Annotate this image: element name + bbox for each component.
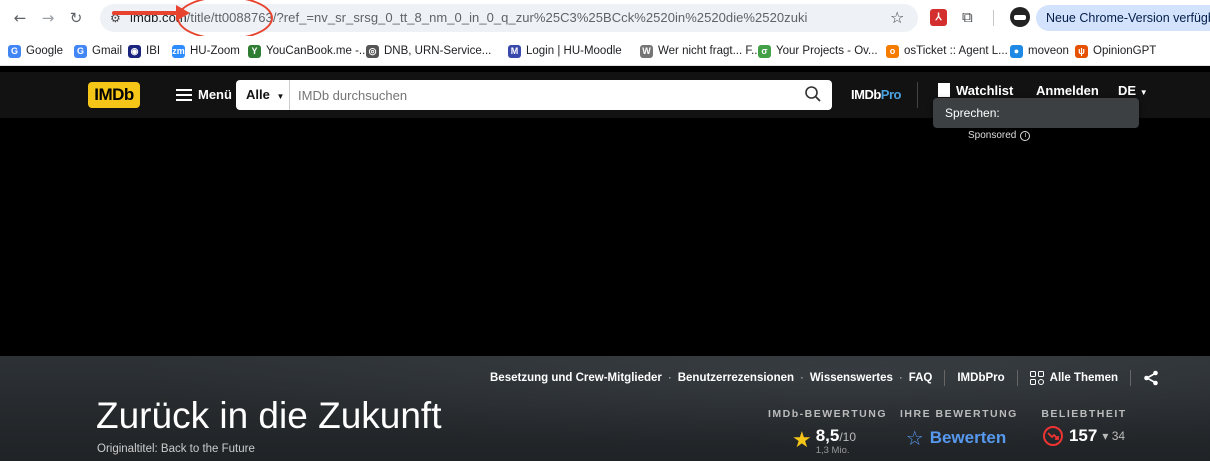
bookmark-item[interactable]: M Login | HU-Moodle [508, 44, 622, 58]
bookmark-label: Wer nicht fragt... F... [658, 45, 761, 57]
reload-icon[interactable]: ↻ [66, 8, 86, 28]
bookmark-star-icon[interactable]: ☆ [890, 8, 904, 28]
bookmark-label: Google [26, 45, 64, 57]
imdb-score: 8,5 [815, 426, 840, 445]
menu-label: Menü [198, 87, 232, 102]
bookmark-item[interactable]: o osTicket :: Agent L... [886, 44, 1008, 58]
bookmark-favicon-icon: zm [172, 44, 185, 58]
bookmark-item[interactable]: ψ OpinionGPT [1075, 44, 1156, 58]
signin-link[interactable]: Anmelden [1036, 83, 1099, 98]
bookmark-favicon-icon: ◉ [128, 44, 141, 58]
bookmark-favicon-icon: ψ [1075, 44, 1088, 58]
bookmark-item[interactable]: σ Your Projects - Ov... [758, 44, 878, 58]
search-icon[interactable] [804, 85, 822, 103]
imdb-logo[interactable]: IMDb [88, 82, 140, 108]
bookmark-item[interactable]: ◎ DNB, URN-Service... [366, 44, 491, 58]
outline-star-icon: ☆ [905, 426, 924, 450]
all-topics-button[interactable]: Alle Themen [1029, 371, 1118, 385]
bookmarks-bar: G Google G Gmail ◉ IBI zm HU-Zoom Y YouCanBook.me… [0, 36, 1210, 66]
title-subnav: Besetzung und Crew-Mitglieder · Benutzer… [490, 370, 1159, 386]
user-rating-label: IHRE BEWERTUNG [900, 408, 1018, 420]
rate-button[interactable]: ☆ Bewerten [906, 426, 1006, 450]
bookmark-favicon-icon: ◎ [366, 44, 379, 58]
bookmark-label: DNB, URN-Service... [384, 45, 492, 57]
user-rating[interactable]: IHRE BEWERTUNG ☆ Bewerten [900, 408, 1018, 450]
bookmark-item[interactable]: G Google [8, 44, 63, 58]
bookmark-label: Login | HU-Moodle [526, 45, 622, 57]
bookmark-label: IBI [146, 45, 161, 57]
popularity[interactable]: BELIEBTHEIT 157 ▾ 34 [1038, 408, 1130, 446]
bookmark-item[interactable]: ◉ IBI [128, 44, 160, 58]
imdb-rating-label: IMDb-BEWERTUNG [768, 408, 887, 420]
bookmark-favicon-icon: G [74, 44, 87, 58]
annotation-arrow [112, 11, 182, 15]
bookmark-item[interactable]: zm HU-Zoom [172, 44, 240, 58]
hamburger-icon [176, 89, 192, 101]
bookmark-label: YouCanBook.me -... [266, 45, 369, 57]
trivia-link[interactable]: Wissenswertes [810, 372, 893, 384]
search-input[interactable] [298, 80, 798, 110]
popularity-change: ▾ 34 [1102, 429, 1126, 443]
reviews-link[interactable]: Benutzerrezensionen [678, 372, 794, 384]
ad-banner [0, 118, 1210, 356]
imdbpro-subnav-link[interactable]: IMDbPro [957, 372, 1004, 384]
imdbpro-link[interactable]: IMDbPro [851, 87, 901, 102]
chrome-update-button[interactable]: Neue Chrome-Version verfügbar [1036, 5, 1210, 31]
toolbar-divider [993, 10, 994, 26]
title-hero: Besetzung und Crew-Mitglieder · Benutzer… [0, 356, 1210, 461]
bookmark-favicon-icon: ● [1010, 44, 1023, 58]
bookmark-favicon-icon: σ [758, 44, 771, 58]
extensions-icon[interactable]: ⧉ [962, 8, 973, 26]
popularity-trend-icon [1042, 426, 1063, 446]
imdb-rating[interactable]: IMDb-BEWERTUNG ★ 8,5/10 1,3 Mio. [768, 408, 887, 456]
bookmark-item[interactable]: W Wer nicht fragt... F... [640, 44, 761, 58]
bookmark-label: Gmail [92, 45, 123, 57]
nav-divider [917, 82, 918, 108]
bookmark-label: osTicket :: Agent L... [904, 45, 1008, 57]
bookmark-item[interactable]: G Gmail [74, 44, 122, 58]
menu-button[interactable]: Menü [176, 85, 232, 105]
forward-icon[interactable]: → [38, 8, 58, 28]
watchlist-icon [938, 83, 950, 97]
original-title: Originaltitel: Back to the Future [97, 443, 255, 455]
bookmark-label: Your Projects - Ov... [776, 45, 878, 57]
pdf-extension-icon[interactable]: ⅄ [930, 9, 947, 26]
back-icon[interactable]: ← [10, 8, 30, 28]
bookmark-favicon-icon: W [640, 44, 653, 58]
profile-avatar-icon[interactable] [1010, 7, 1030, 27]
grid-icon [1029, 371, 1044, 385]
bookmark-favicon-icon: Y [248, 44, 261, 58]
cast-link[interactable]: Besetzung und Crew-Mitglieder [490, 372, 662, 384]
bookmark-favicon-icon: M [508, 44, 521, 58]
movie-title: Zurück in die Zukunft [96, 395, 442, 436]
bookmark-favicon-icon: G [8, 44, 21, 58]
info-icon[interactable]: i [1020, 130, 1031, 141]
bookmark-favicon-icon: o [886, 44, 899, 58]
bookmark-label: moveon [1028, 45, 1069, 57]
search-category-select[interactable]: Alle ▼ [236, 80, 290, 110]
share-icon[interactable] [1143, 370, 1159, 386]
sponsored-label: Sponsored i [968, 130, 1031, 141]
star-icon: ★ [791, 428, 812, 453]
watchlist-button[interactable]: Watchlist [938, 83, 1013, 98]
speech-tooltip: Sprechen: [933, 98, 1139, 128]
bookmark-label: HU-Zoom [190, 45, 240, 57]
bookmark-item[interactable]: Y YouCanBook.me -... [248, 44, 369, 58]
bookmark-label: OpinionGPT [1093, 45, 1157, 57]
popularity-rank: 157 [1068, 426, 1098, 445]
language-select[interactable]: DE ▼ [1118, 83, 1148, 98]
imdb-score-max: /10 [839, 430, 857, 444]
rating-count: 1,3 Mio. [815, 445, 850, 456]
popularity-label: BELIEBTHEIT [1041, 408, 1127, 420]
bookmark-item[interactable]: ● moveon [1010, 44, 1069, 58]
search-bar: Alle ▼ [236, 80, 832, 110]
faq-link[interactable]: FAQ [909, 372, 933, 384]
